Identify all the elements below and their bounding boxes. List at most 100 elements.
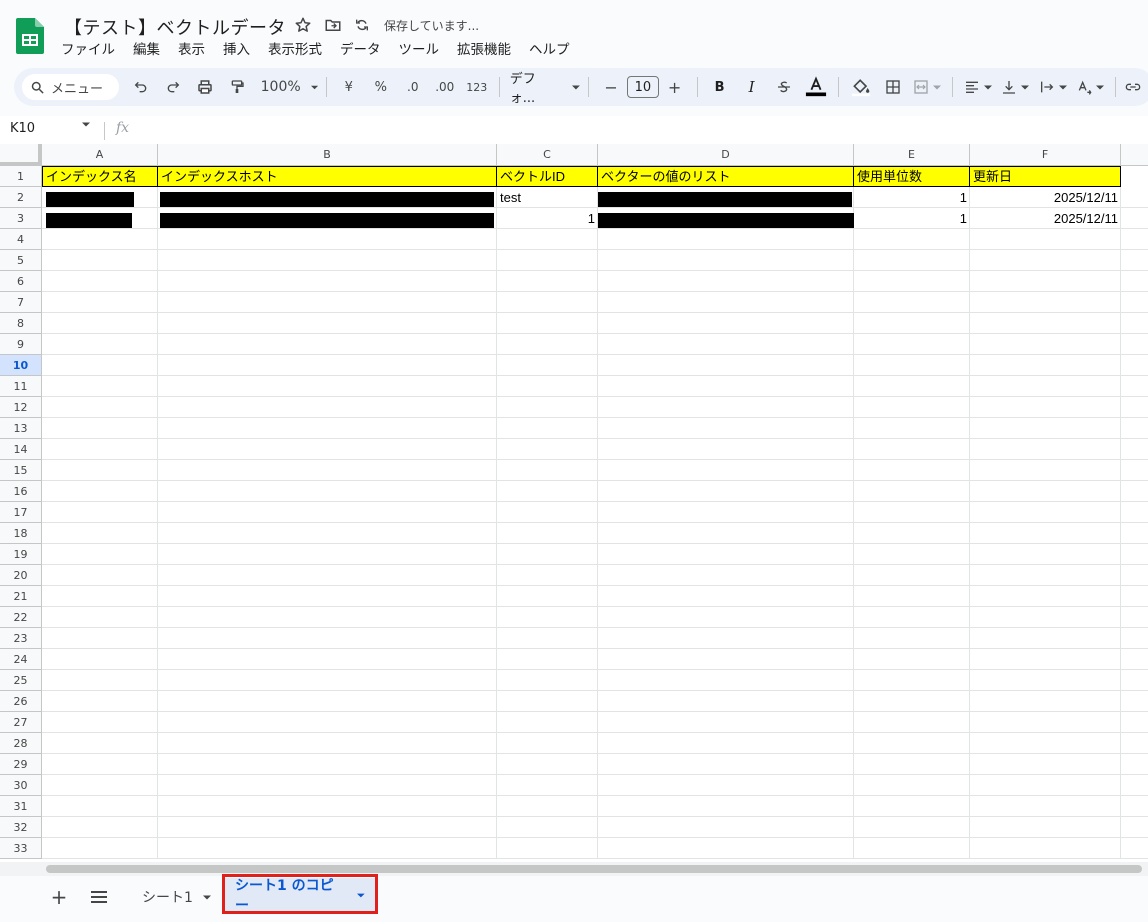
grid-cell[interactable]	[854, 355, 970, 376]
grid-cell[interactable]	[598, 481, 854, 502]
grid-cell[interactable]	[970, 523, 1121, 544]
font-size-input[interactable]: 10	[627, 76, 659, 98]
grid-cell[interactable]	[158, 817, 497, 838]
row-header[interactable]: 22	[0, 607, 42, 628]
grid-cell[interactable]	[1121, 481, 1148, 502]
grid-cell[interactable]	[854, 523, 970, 544]
grid-cell[interactable]	[42, 481, 158, 502]
grid-cell[interactable]	[497, 565, 598, 586]
spreadsheet-grid[interactable]: A B C D E F 1 2 3 4 5 6 7 8 9 10 11 12 13 14 15 16 17 18 1…	[0, 144, 1148, 862]
grid-cell[interactable]	[42, 712, 158, 733]
grid-cell[interactable]	[970, 334, 1121, 355]
grid-cell[interactable]	[42, 460, 158, 481]
grid-cell[interactable]	[598, 817, 854, 838]
grid-cell[interactable]	[854, 460, 970, 481]
grid-cell[interactable]	[158, 439, 497, 460]
document-title[interactable]: 【テスト】ベクトルデータ	[64, 14, 286, 40]
row-header[interactable]: 26	[0, 691, 42, 712]
header-cell-index-name[interactable]: インデックス名	[42, 166, 158, 187]
increase-font-size-button[interactable]: +	[661, 73, 689, 101]
header-cell-vector-id[interactable]: ベクトルID	[497, 166, 598, 187]
grid-cell[interactable]	[1121, 355, 1148, 376]
grid-cell[interactable]	[497, 334, 598, 355]
grid-cell[interactable]	[158, 712, 497, 733]
grid-cell[interactable]	[854, 376, 970, 397]
grid-cell[interactable]	[497, 754, 598, 775]
grid-cell[interactable]	[854, 229, 970, 250]
menu-view[interactable]: 表示	[169, 40, 214, 60]
grid-cell[interactable]	[158, 649, 497, 670]
grid-cell[interactable]	[42, 355, 158, 376]
grid-cell[interactable]	[158, 271, 497, 292]
row-header[interactable]: 31	[0, 796, 42, 817]
row-header[interactable]: 2	[0, 187, 42, 208]
grid-cell[interactable]	[42, 523, 158, 544]
grid-cell[interactable]	[42, 733, 158, 754]
grid-cell[interactable]	[1121, 397, 1148, 418]
menu-edit[interactable]: 編集	[124, 40, 169, 60]
grid-cell[interactable]	[1121, 187, 1148, 208]
grid-cell[interactable]	[598, 565, 854, 586]
grid-cell[interactable]	[1121, 292, 1148, 313]
vertical-align-button[interactable]	[999, 73, 1032, 101]
text-color-button[interactable]	[802, 73, 830, 101]
fill-color-button[interactable]	[847, 73, 875, 101]
row-header[interactable]: 5	[0, 250, 42, 271]
row-header[interactable]: 12	[0, 397, 42, 418]
grid-cell[interactable]	[1121, 670, 1148, 691]
grid-cell[interactable]	[158, 418, 497, 439]
grid-cell[interactable]	[42, 817, 158, 838]
grid-cell[interactable]	[1121, 460, 1148, 481]
grid-cell[interactable]	[970, 754, 1121, 775]
grid-cell[interactable]	[598, 397, 854, 418]
number-format-button[interactable]: 123	[463, 73, 491, 101]
cell-c2[interactable]: test	[497, 188, 598, 209]
grid-cell[interactable]	[158, 313, 497, 334]
paint-format-button[interactable]	[223, 73, 251, 101]
grid-cell[interactable]	[598, 754, 854, 775]
row-header[interactable]: 16	[0, 481, 42, 502]
zoom-select[interactable]: 100%	[261, 73, 318, 101]
grid-cell[interactable]	[854, 628, 970, 649]
grid-cell[interactable]	[158, 250, 497, 271]
grid-cell[interactable]	[1121, 586, 1148, 607]
grid-cell[interactable]	[854, 733, 970, 754]
grid-cell[interactable]	[854, 565, 970, 586]
grid-cell[interactable]	[854, 670, 970, 691]
row-header[interactable]: 9	[0, 334, 42, 355]
grid-cell[interactable]	[1121, 817, 1148, 838]
grid-cell[interactable]	[970, 544, 1121, 565]
scrollbar-thumb[interactable]	[46, 865, 1142, 873]
grid-cell[interactable]	[854, 712, 970, 733]
column-header-b[interactable]: B	[158, 144, 497, 166]
increase-decimal-button[interactable]: .00	[431, 73, 459, 101]
row-header[interactable]: 13	[0, 418, 42, 439]
grid-cell[interactable]	[1121, 754, 1148, 775]
column-header-a[interactable]: A	[42, 144, 158, 166]
menu-search-box[interactable]: メニュー	[22, 74, 119, 100]
grid-cell[interactable]	[598, 838, 854, 859]
grid-cell[interactable]	[158, 670, 497, 691]
grid-cell[interactable]	[1121, 208, 1148, 229]
grid-cell[interactable]	[42, 691, 158, 712]
grid-cell[interactable]	[42, 586, 158, 607]
grid-cell[interactable]	[970, 439, 1121, 460]
grid-cell[interactable]	[42, 775, 158, 796]
grid-cell[interactable]	[854, 250, 970, 271]
row-header[interactable]: 20	[0, 565, 42, 586]
cell-f3[interactable]: 2025/12/11	[970, 209, 1121, 230]
grid-cell[interactable]	[42, 250, 158, 271]
grid-cell[interactable]	[497, 460, 598, 481]
undo-button[interactable]	[127, 73, 155, 101]
grid-cell[interactable]	[497, 691, 598, 712]
grid-cell[interactable]	[598, 712, 854, 733]
grid-cell[interactable]	[497, 418, 598, 439]
row-header[interactable]: 10	[0, 355, 42, 376]
print-button[interactable]	[191, 73, 219, 101]
grid-cell[interactable]	[497, 250, 598, 271]
column-header-c[interactable]: C	[497, 144, 598, 166]
grid-cell[interactable]	[497, 439, 598, 460]
grid-cell[interactable]	[497, 271, 598, 292]
row-header[interactable]: 25	[0, 670, 42, 691]
grid-cell[interactable]	[42, 397, 158, 418]
